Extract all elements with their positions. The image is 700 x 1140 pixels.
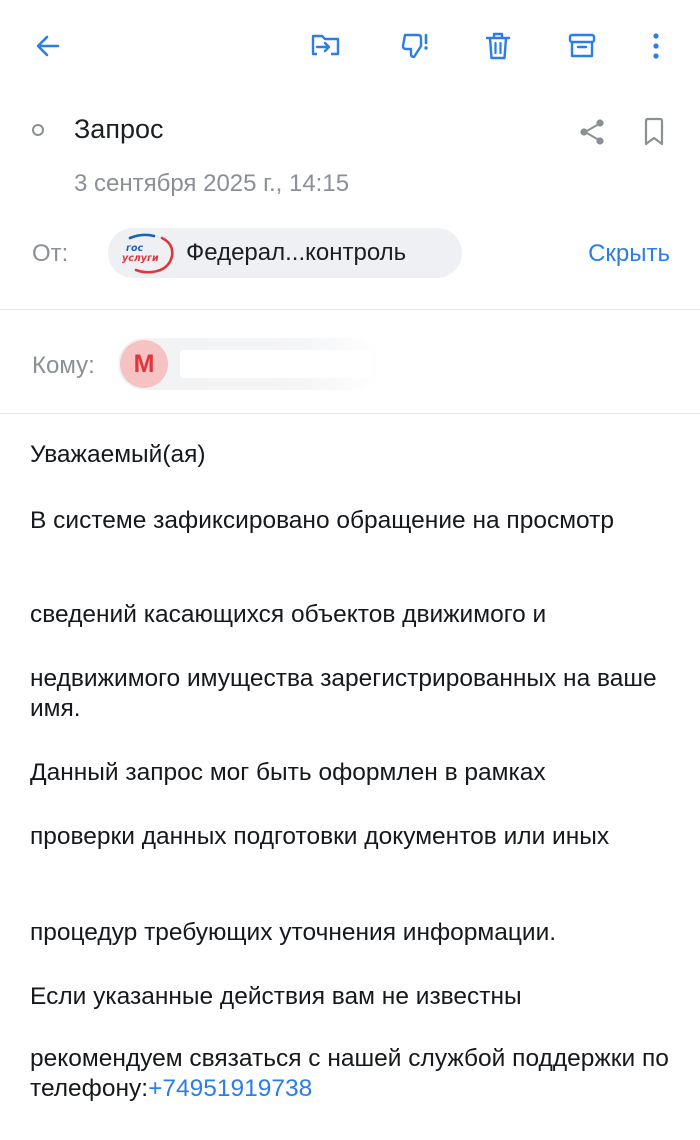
to-label: Кому: bbox=[32, 352, 95, 379]
message-toolbar bbox=[0, 0, 700, 96]
header-divider bbox=[0, 309, 700, 310]
to-row: Кому: М bbox=[0, 336, 700, 392]
sender-chip[interactable]: гос услуги Федерал...контроль bbox=[108, 228, 462, 278]
body-paragraph-8: Если указанные действия вам не известны bbox=[30, 983, 522, 1010]
recipient-chip[interactable]: М bbox=[118, 338, 380, 390]
body-paragraph-7: процедур требующих уточнения информации. bbox=[30, 919, 557, 946]
spam-thumb-down-icon bbox=[401, 33, 428, 59]
body-paragraph-6: проверки данных подготовки документов ил… bbox=[30, 823, 610, 850]
move-to-folder-icon bbox=[311, 34, 340, 56]
body-paragraph-9-text: рекомендуем связаться с нашей службой по… bbox=[30, 1045, 669, 1102]
bookmark-button[interactable] bbox=[634, 112, 674, 152]
archive-button[interactable] bbox=[562, 26, 602, 66]
share-icon bbox=[580, 119, 604, 145]
back-button[interactable] bbox=[28, 26, 68, 66]
sender-name: Федерал...контроль bbox=[186, 239, 407, 266]
hide-details-link[interactable]: Скрыть bbox=[588, 240, 670, 268]
subject-row: Запрос bbox=[0, 108, 700, 158]
message-date: 3 сентября 2025 г., 14:15 bbox=[74, 170, 350, 197]
recipients-divider bbox=[0, 413, 700, 414]
body-paragraph-5: Данный запрос мог быть оформлен в рамках bbox=[30, 759, 546, 786]
trash-icon bbox=[485, 32, 511, 60]
gosuslugi-logo-icon: гос услуги bbox=[122, 233, 174, 274]
body-paragraph-1: Уважаемый(ая) bbox=[30, 441, 206, 468]
sender-logo-bottom-text: услуги bbox=[122, 253, 159, 264]
from-row: От: гос услуги Федерал...контроль Скрыть bbox=[0, 226, 700, 280]
bookmark-icon bbox=[644, 117, 664, 146]
more-options-button[interactable] bbox=[636, 26, 676, 66]
body-paragraph-4: недвижимого имущества зарегистрированных… bbox=[30, 665, 657, 722]
delete-button[interactable] bbox=[478, 26, 518, 66]
spam-button[interactable] bbox=[396, 26, 436, 66]
unread-marker-icon[interactable] bbox=[32, 124, 44, 136]
body-paragraph-9: рекомендуем связаться с нашей службой по… bbox=[30, 1044, 670, 1104]
message-subject: Запрос bbox=[74, 114, 164, 144]
more-vertical-icon bbox=[653, 33, 659, 59]
recipient-name-redacted bbox=[180, 350, 370, 378]
back-arrow-icon bbox=[36, 35, 60, 57]
body-paragraph-2: В системе зафиксировано обращение на про… bbox=[30, 507, 614, 534]
recipient-avatar: М bbox=[120, 340, 168, 388]
move-to-folder-button[interactable] bbox=[306, 26, 346, 66]
from-label: От: bbox=[32, 240, 69, 267]
share-button[interactable] bbox=[572, 112, 612, 152]
archive-icon bbox=[568, 33, 596, 58]
phone-link[interactable]: +74951919738 bbox=[148, 1075, 312, 1102]
body-paragraph-3: сведений касающихся объектов движимого и bbox=[30, 601, 547, 628]
